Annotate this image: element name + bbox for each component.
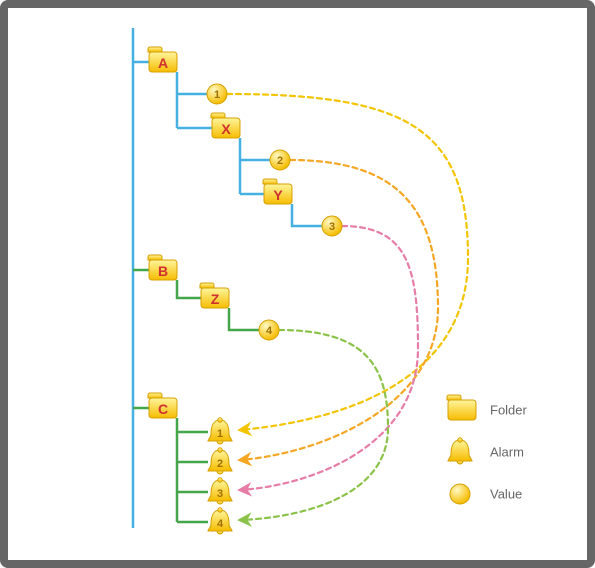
alarm-2: 2: [208, 448, 232, 474]
legend-folder: Folder: [447, 395, 528, 420]
branch-A-children: [177, 72, 212, 128]
legend-value: Value: [450, 484, 522, 504]
diagram-svg: A X Y B Z C 1 2 3 4 1 2: [8, 8, 587, 560]
branch-C-children: [177, 418, 208, 522]
branch-Z-to-v4: [229, 308, 259, 330]
link-v4-a4: [240, 330, 388, 520]
legend-folder-label: Folder: [490, 403, 528, 418]
folder-A: A: [148, 47, 177, 72]
diagram-frame: A X Y B Z C 1 2 3 4 1 2: [0, 0, 595, 568]
legend: Folder Alarm Value: [447, 395, 528, 504]
folder-X-label: X: [221, 121, 231, 137]
folder-A-label: A: [158, 55, 168, 71]
alarm-3-label: 3: [217, 488, 223, 500]
link-v2-a2: [240, 160, 438, 460]
branch-B-to-Z: [177, 280, 201, 298]
branch-Y-children: [292, 204, 322, 226]
alarm-4: 4: [208, 508, 232, 534]
value-4-label: 4: [266, 325, 273, 337]
link-v1-a1: [227, 94, 468, 430]
folder-Z-label: Z: [211, 291, 220, 307]
alarm-2-label: 2: [217, 458, 223, 470]
value-1-label: 1: [214, 89, 220, 101]
legend-alarm: Alarm: [448, 438, 524, 464]
link-v3-a3: [240, 226, 418, 490]
folder-Y-label: Y: [273, 187, 283, 203]
folder-C-label: C: [158, 401, 168, 417]
alarm-4-label: 4: [217, 518, 224, 530]
value-3: 3: [322, 216, 342, 236]
alarm-1-label: 1: [217, 428, 223, 440]
value-4: 4: [259, 320, 279, 340]
alarm-1: 1: [208, 418, 232, 444]
value-3-label: 3: [329, 221, 335, 233]
alarm-3: 3: [208, 478, 232, 504]
legend-value-label: Value: [490, 487, 522, 502]
value-2: 2: [270, 150, 290, 170]
folder-Z: Z: [200, 283, 229, 308]
folder-B-label: B: [158, 263, 168, 279]
folder-B: B: [148, 255, 177, 280]
legend-alarm-label: Alarm: [490, 445, 524, 460]
value-1: 1: [207, 84, 227, 104]
value-2-label: 2: [277, 155, 283, 167]
folder-Y: Y: [263, 179, 292, 204]
folder-C: C: [148, 393, 177, 418]
folder-X: X: [211, 113, 240, 138]
